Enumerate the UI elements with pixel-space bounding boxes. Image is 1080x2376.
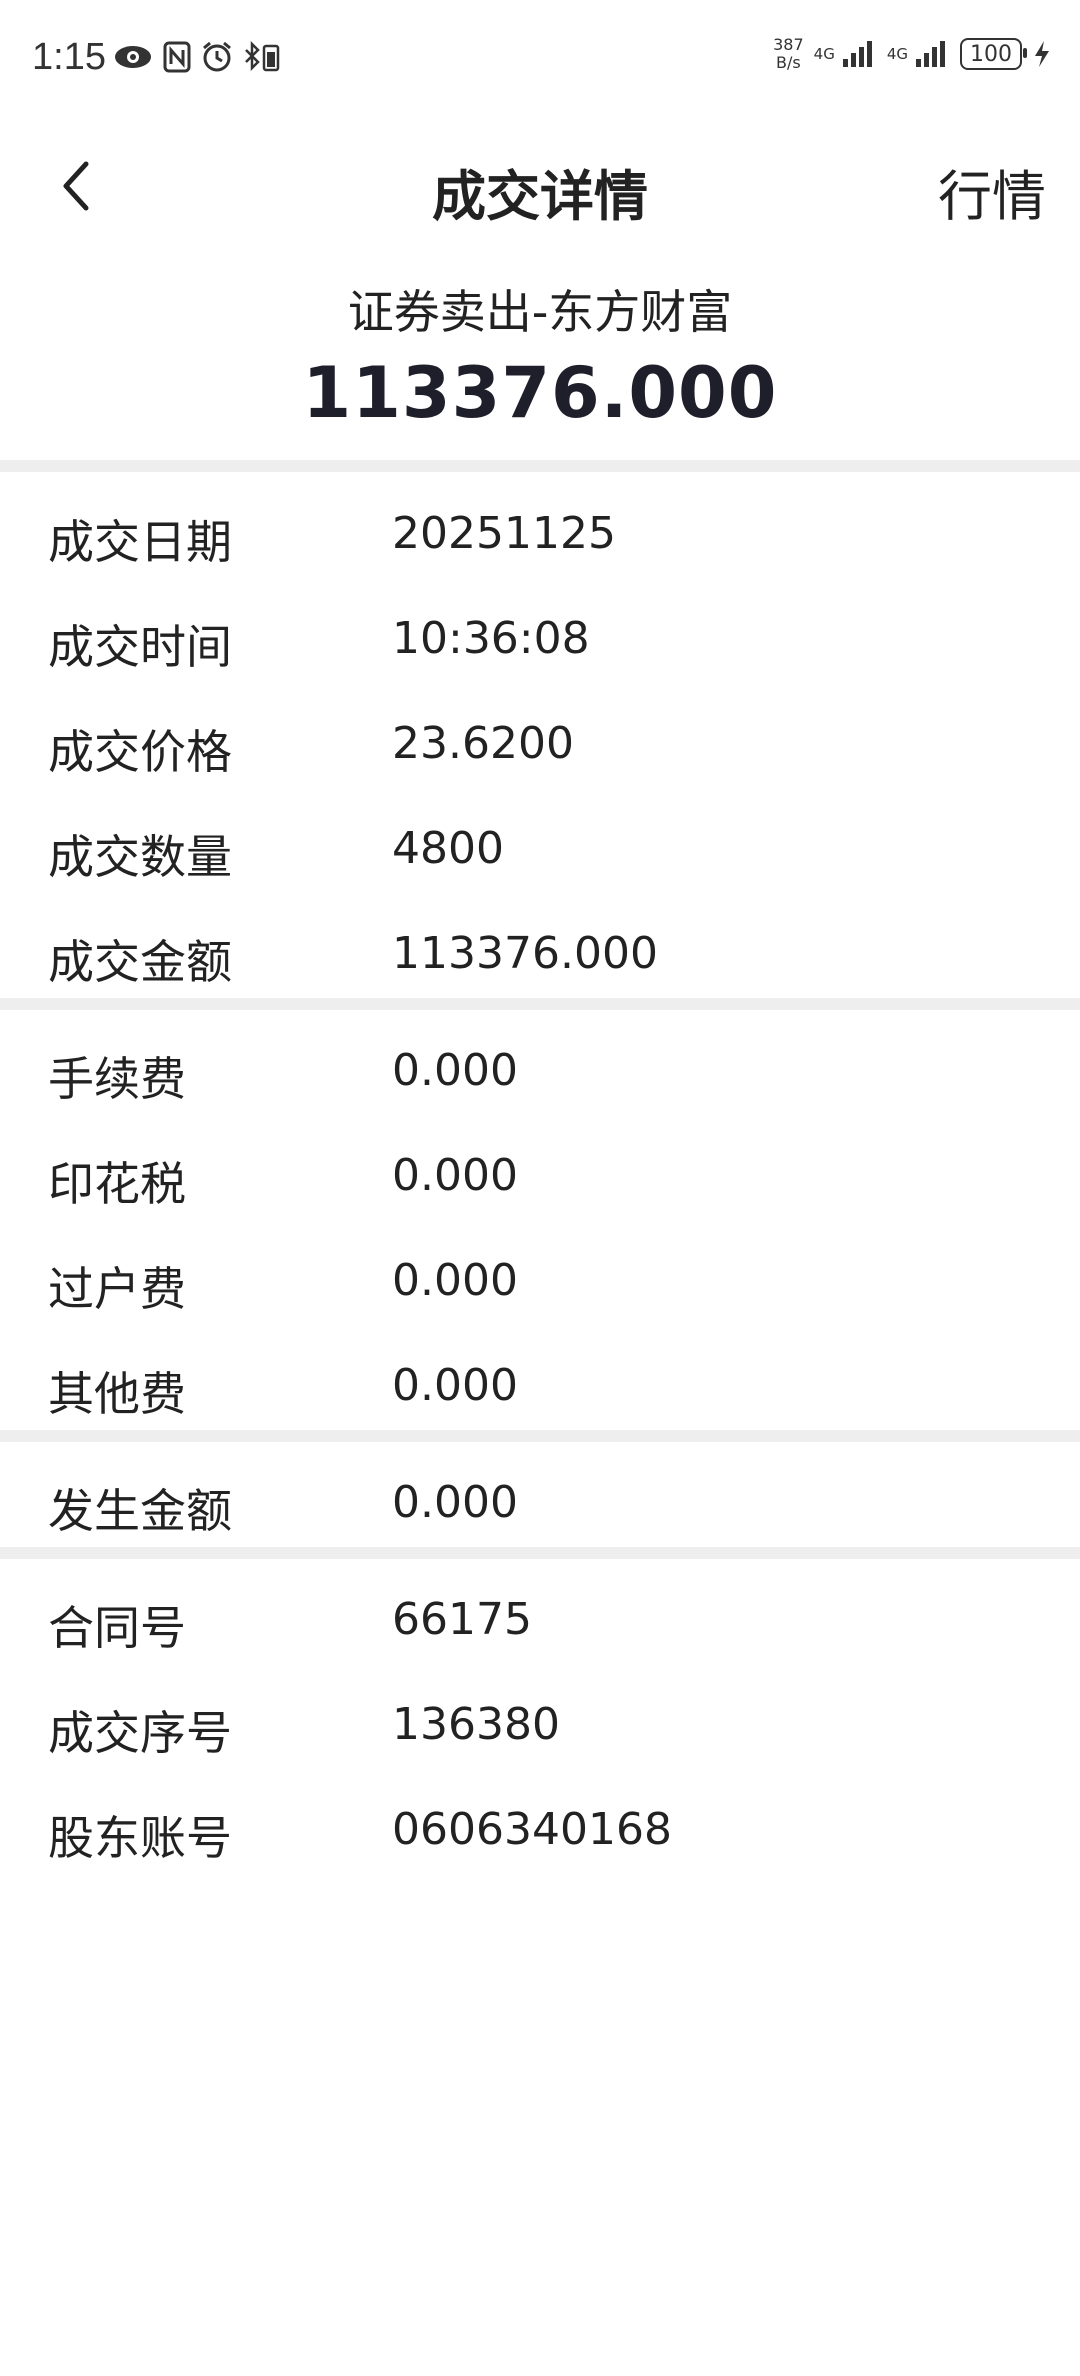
row-label: 成交金额 — [48, 935, 232, 989]
row-label: 成交数量 — [48, 830, 232, 884]
network-type-1: 4G — [813, 45, 835, 63]
row-value: 113376.000 — [392, 928, 658, 979]
detail-row-shareholder-account: 股东账号 0606340168 — [0, 1776, 1080, 1876]
row-value: 23.6200 — [392, 718, 574, 769]
trade-summary-amount: 113376.000 — [302, 352, 778, 434]
battery-icon: 100 — [960, 38, 1027, 70]
row-value: 0.000 — [392, 1477, 518, 1528]
net-speed: 387 B/s — [773, 36, 804, 72]
alarm-icon — [203, 41, 231, 72]
signal-icon — [842, 41, 872, 67]
detail-row-trade-quantity: 成交数量 4800 — [0, 795, 1080, 895]
detail-row-commission: 手续费 0.000 — [0, 1017, 1080, 1117]
section-divider — [0, 1430, 1080, 1442]
row-value: 0.000 — [392, 1360, 518, 1411]
row-label: 过户费 — [48, 1262, 186, 1316]
row-label: 发生金额 — [48, 1484, 232, 1538]
nav-bar: 成交详情 行情 — [0, 140, 1080, 230]
row-value: 0.000 — [392, 1045, 518, 1096]
row-value: 136380 — [392, 1699, 560, 1750]
page-title: 成交详情 — [432, 165, 648, 228]
nfc-icon — [163, 41, 191, 73]
status-left-icons — [112, 40, 282, 74]
status-bar: 1:15 387 B/s 4G 4G 100 — [0, 0, 1080, 120]
detail-row-contract-no: 合同号 66175 — [0, 1566, 1080, 1666]
row-label: 手续费 — [48, 1052, 186, 1106]
net-speed-unit: B/s — [776, 53, 801, 72]
signal-icon-2 — [916, 41, 945, 67]
status-time: 1:15 — [32, 36, 106, 78]
detail-row-other-fee: 其他费 0.000 — [0, 1332, 1080, 1432]
row-value: 0.000 — [392, 1255, 518, 1306]
detail-row-trade-serial: 成交序号 136380 — [0, 1671, 1080, 1771]
row-label: 其他费 — [48, 1367, 186, 1421]
detail-row-trade-price: 成交价格 23.6200 — [0, 690, 1080, 790]
market-link[interactable]: 行情 — [938, 152, 1046, 231]
network-type-2: 4G — [886, 45, 908, 63]
row-label: 成交时间 — [48, 620, 232, 674]
detail-row-stamp-tax: 印花税 0.000 — [0, 1122, 1080, 1222]
row-label: 印花税 — [48, 1157, 186, 1211]
detail-row-occur-amount: 发生金额 0.000 — [0, 1449, 1080, 1549]
eye-icon — [115, 46, 151, 68]
net-speed-value: 387 — [773, 35, 804, 54]
row-label: 合同号 — [48, 1601, 186, 1655]
row-value: 20251125 — [392, 508, 616, 559]
detail-row-trade-time: 成交时间 10:36:08 — [0, 585, 1080, 685]
trade-summary-title: 证券卖出-东方财富 — [347, 285, 733, 339]
battery-level: 100 — [970, 41, 1012, 67]
section-divider — [0, 998, 1080, 1010]
row-label: 成交价格 — [48, 725, 232, 779]
row-value: 0606340168 — [392, 1804, 672, 1855]
detail-row-transfer-fee: 过户费 0.000 — [0, 1227, 1080, 1327]
row-value: 66175 — [392, 1594, 532, 1645]
charging-icon — [1035, 41, 1049, 67]
row-label: 成交序号 — [48, 1706, 232, 1760]
bluetooth-battery-icon — [245, 40, 280, 72]
section-divider — [0, 1547, 1080, 1559]
row-label: 成交日期 — [48, 515, 232, 569]
row-value: 4800 — [392, 823, 504, 874]
row-label: 股东账号 — [48, 1811, 232, 1865]
row-value: 10:36:08 — [392, 613, 590, 664]
row-value: 0.000 — [392, 1150, 518, 1201]
section-divider — [0, 460, 1080, 472]
detail-row-trade-amount: 成交金额 113376.000 — [0, 900, 1080, 1000]
detail-row-trade-date: 成交日期 20251125 — [0, 480, 1080, 580]
status-right: 387 B/s 4G 4G 100 — [773, 36, 1052, 72]
